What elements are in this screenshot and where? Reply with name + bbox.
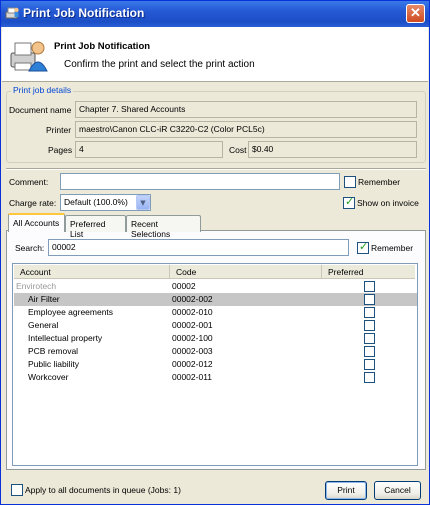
close-icon: ✕: [410, 5, 421, 20]
separator: [6, 168, 426, 170]
account-name: Air Filter: [28, 294, 60, 304]
account-name: PCB removal: [28, 346, 79, 356]
column-header-account[interactable]: Account: [14, 265, 170, 279]
cost-field: $0.40: [248, 141, 417, 158]
account-name: Employee agreements: [28, 307, 114, 317]
comment-remember-checkbox[interactable]: [344, 176, 356, 188]
window-title: Print Job Notification: [23, 6, 145, 20]
show-on-invoice-checkbox[interactable]: [343, 195, 355, 209]
close-button[interactable]: ✕: [406, 4, 425, 23]
document-name-field: Chapter 7. Shared Accounts: [75, 101, 417, 118]
account-code: 00002-012: [172, 359, 213, 369]
printer-user-icon: [5, 7, 19, 19]
preferred-checkbox[interactable]: [364, 320, 375, 331]
account-name: Envirotech: [16, 281, 57, 291]
account-name: General: [28, 320, 59, 330]
document-name-label: Document name: [9, 105, 72, 115]
table-row[interactable]: General 00002-001: [14, 319, 417, 332]
account-code: 00002-100: [172, 333, 213, 343]
title-bar[interactable]: Print Job Notification ✕: [1, 1, 429, 27]
printer-field: maestro\Canon CLC-iR C3220-C2 (Color PCL…: [75, 121, 417, 138]
tab-all-accounts[interactable]: All Accounts: [8, 213, 65, 232]
account-code: 00002-011: [172, 372, 213, 382]
tab-preferred-list[interactable]: Preferred List: [65, 215, 126, 239]
cancel-button[interactable]: Cancel: [374, 481, 421, 500]
account-code: 00002-002: [172, 294, 213, 304]
account-name: Intellectual property: [28, 333, 103, 343]
table-row[interactable]: Workcover 00002-011: [14, 371, 417, 384]
show-on-invoice-label: Show on invoice: [357, 198, 419, 208]
table-row[interactable]: Envirotech 00002: [14, 280, 417, 293]
group-legend: Print job details: [11, 85, 74, 95]
column-header-preferred[interactable]: Preferred: [322, 265, 415, 279]
print-job-notification-window: Print Job Notification ✕ Print Job Notif…: [0, 0, 430, 505]
preferred-checkbox[interactable]: [364, 307, 375, 318]
search-remember-label: Remember: [371, 243, 414, 253]
account-name: Public liability: [28, 359, 80, 369]
header-title: Print Job Notification: [54, 41, 151, 52]
preferred-checkbox[interactable]: [364, 333, 375, 344]
header-subtitle: Confirm the print and select the print a…: [64, 59, 255, 70]
charge-rate-label: Charge rate:: [9, 198, 57, 208]
account-code: 00002-010: [172, 307, 213, 317]
printer-label: Printer: [46, 125, 72, 135]
account-name: Workcover: [28, 372, 69, 382]
pages-field: 4: [75, 141, 223, 158]
tab-recent-selections[interactable]: Recent Selections: [126, 215, 201, 239]
table-row[interactable]: Air Filter 00002-002: [14, 293, 417, 306]
tab-label: All Accounts: [13, 218, 60, 228]
apply-all-label: Apply to all documents in queue (Jobs: 1…: [25, 485, 181, 495]
table-row[interactable]: Employee agreements 00002-010: [14, 306, 417, 319]
column-header-code[interactable]: Code: [170, 265, 322, 279]
table-row[interactable]: PCB removal 00002-003: [14, 345, 417, 358]
preferred-checkbox[interactable]: [364, 294, 375, 305]
comment-input[interactable]: [60, 173, 340, 190]
search-label: Search:: [15, 243, 45, 253]
preferred-checkbox[interactable]: [364, 372, 375, 383]
search-input[interactable]: 00002: [48, 239, 349, 256]
account-code: 00002-003: [172, 346, 213, 356]
print-button[interactable]: Print: [325, 481, 367, 500]
comment-remember-label: Remember: [358, 177, 401, 187]
pages-label: Pages: [48, 145, 73, 155]
printer-user-icon: [10, 41, 48, 72]
accounts-list: Account Code Preferred Envirotech 00002 …: [12, 263, 418, 466]
header-banner: Print Job Notification Confirm the print…: [2, 27, 428, 82]
cost-label: Cost: [229, 145, 247, 155]
account-code: 00002: [172, 281, 196, 291]
preferred-checkbox[interactable]: [364, 359, 375, 370]
table-row[interactable]: Intellectual property 00002-100: [14, 332, 417, 345]
preferred-checkbox[interactable]: [364, 281, 375, 292]
apply-all-checkbox[interactable]: [11, 484, 23, 496]
charge-rate-value: Default (100.0%): [64, 197, 128, 207]
tab-label: Recent Selections: [131, 219, 171, 239]
preferred-checkbox[interactable]: [364, 346, 375, 357]
account-code: 00002-001: [172, 320, 213, 330]
comment-label: Comment:: [9, 177, 49, 187]
search-remember-checkbox[interactable]: [357, 240, 369, 254]
chevron-down-icon[interactable]: ▼: [136, 195, 150, 210]
table-row[interactable]: Public liability 00002-012: [14, 358, 417, 371]
